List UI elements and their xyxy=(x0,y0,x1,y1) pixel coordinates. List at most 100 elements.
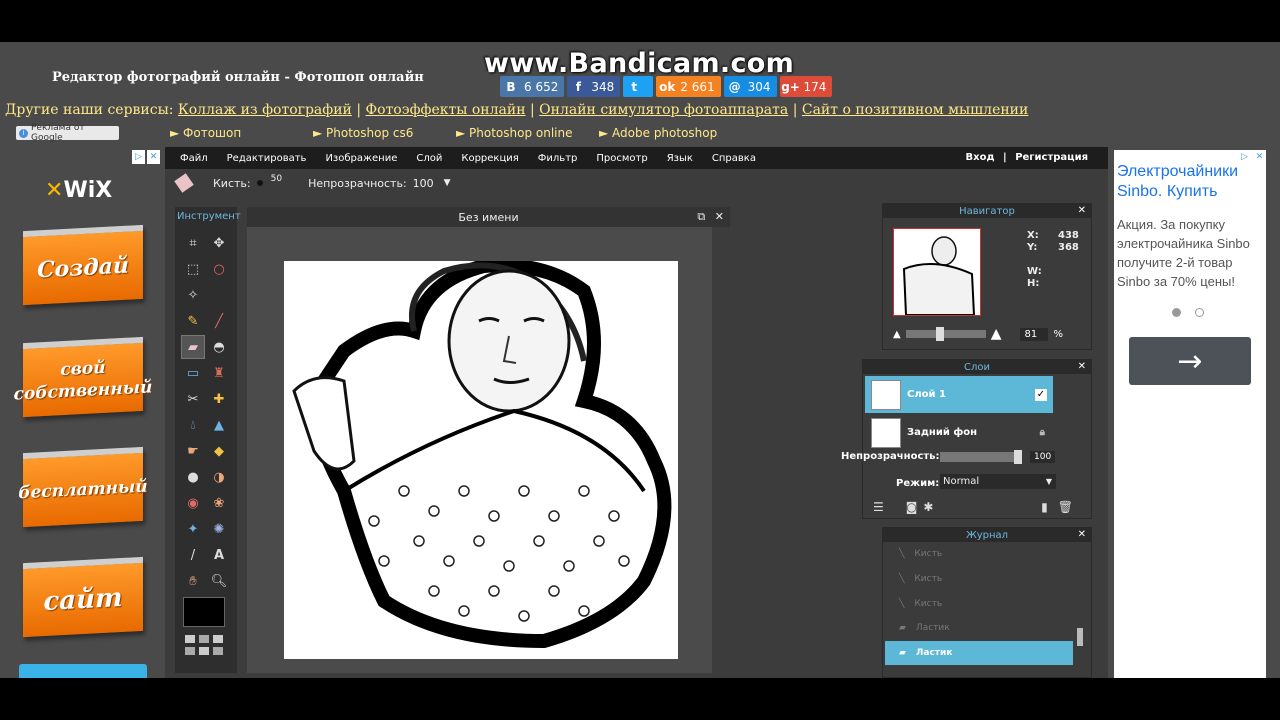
close-icon[interactable]: ✕ xyxy=(715,210,724,223)
ad-button-create[interactable]: Создай xyxy=(23,224,143,306)
layer-style-icon[interactable]: ✱ xyxy=(923,500,933,514)
layer-mask-icon[interactable]: ◙ xyxy=(906,500,918,514)
ad-title[interactable]: Электрочайники Sinbo. Купить xyxy=(1117,162,1266,202)
zoom-out-icon[interactable]: ▲ xyxy=(893,329,901,340)
brush-picker[interactable]: 50 xyxy=(256,174,282,186)
ad-button-free[interactable]: бесплатный xyxy=(18,446,148,528)
layer-opacity-slider[interactable] xyxy=(940,450,1022,464)
opacity-value[interactable]: 100 xyxy=(413,177,434,190)
history-scrollbar[interactable] xyxy=(1077,628,1083,646)
preset-swatch[interactable] xyxy=(185,635,195,643)
foreground-color-swatch[interactable] xyxy=(183,597,225,627)
ad-info-icon[interactable]: ▷ xyxy=(132,150,145,164)
magic-wand-icon[interactable]: ✧ xyxy=(181,283,205,307)
ad-arrow-button[interactable]: → xyxy=(1129,337,1251,385)
ad-button-own[interactable]: свой собственный xyxy=(14,336,152,418)
blur-icon[interactable]: 💧︎ xyxy=(181,413,205,437)
close-icon[interactable]: ✕ xyxy=(1078,205,1086,216)
pinch-icon[interactable]: ✦ xyxy=(181,517,205,541)
ad-link-photoshop[interactable]: ► Фотошоп xyxy=(170,126,313,140)
checkbox-icon[interactable]: ✓ xyxy=(1035,388,1047,401)
image-canvas[interactable] xyxy=(284,261,678,659)
red-eye-icon[interactable]: ◉ xyxy=(181,491,205,515)
carousel-dot[interactable] xyxy=(1195,308,1204,317)
eraser-icon[interactable]: ▰ xyxy=(181,335,205,359)
link-collage[interactable]: Коллаж из фотографий xyxy=(178,102,352,118)
navigator-preview[interactable] xyxy=(893,228,981,316)
slider-thumb[interactable] xyxy=(1014,450,1022,464)
trash-icon[interactable]: 🗑︎ xyxy=(1058,500,1073,514)
zoom-value[interactable]: 81 xyxy=(1020,327,1049,341)
preset-swatch[interactable] xyxy=(199,635,209,643)
zoom-icon[interactable]: 🔍︎ xyxy=(207,569,231,593)
layer-item-active[interactable]: Слой 1 ✓ xyxy=(865,376,1053,413)
ad-link-photoshop-online[interactable]: ► Photoshop online xyxy=(456,126,599,140)
preset-swatch[interactable] xyxy=(185,647,195,655)
vertical-scrollbar[interactable] xyxy=(712,227,730,673)
close-icon[interactable]: ✕ xyxy=(1078,529,1086,540)
blend-mode-select[interactable]: Normal ▼ xyxy=(940,474,1056,489)
history-item[interactable]: ╲ Кисть xyxy=(885,542,1073,566)
menu-adjust[interactable]: Коррекция xyxy=(461,153,518,164)
marquee-icon[interactable]: ⬚ xyxy=(181,257,205,281)
close-icon[interactable]: ✕ xyxy=(1078,361,1086,372)
ad-link-photoshop-cs6[interactable]: ► Photoshop cs6 xyxy=(313,126,456,140)
share-facebook[interactable]: f 348 xyxy=(567,76,621,97)
left-ad-banner[interactable]: ▷ ✕ ✕WiX Создай свой собственный бесплатн… xyxy=(14,150,160,678)
close-icon[interactable]: ✕ xyxy=(147,150,160,164)
ad-cta-button[interactable] xyxy=(19,664,147,678)
gradient-icon[interactable]: ▭ xyxy=(181,361,205,385)
menu-view[interactable]: Просмотр xyxy=(596,153,647,164)
burn-icon[interactable]: ● xyxy=(181,465,205,489)
layer-opacity-value[interactable]: 100 xyxy=(1030,451,1056,463)
chevron-down-icon[interactable]: ▼ xyxy=(444,178,451,188)
new-layer-icon[interactable]: ▮ xyxy=(1041,500,1048,514)
share-vk[interactable]: В 6 652 xyxy=(500,76,565,97)
preset-swatch[interactable] xyxy=(213,647,223,655)
lasso-icon[interactable]: ○ xyxy=(207,257,231,281)
login-link[interactable]: Вход xyxy=(966,152,995,163)
link-photo-effects[interactable]: Фотоэффекты онлайн xyxy=(366,102,526,118)
ads-by-google[interactable]: i Реклама от Google xyxy=(16,123,119,143)
link-positive-thinking[interactable]: Сайт о позитивном мышлении xyxy=(802,102,1028,118)
layer-settings-icon[interactable]: ☰ xyxy=(873,500,884,514)
preset-swatch[interactable] xyxy=(199,647,209,655)
menu-file[interactable]: Файл xyxy=(180,153,208,164)
zoom-in-icon[interactable]: ▲ xyxy=(991,326,1002,342)
ad-link-adobe-photoshop[interactable]: ► Adobe photoshop xyxy=(599,126,742,140)
share-twitter[interactable]: t xyxy=(623,76,654,97)
sponge-icon[interactable]: ◆ xyxy=(207,439,231,463)
clone-stamp-icon[interactable]: ♜ xyxy=(207,361,231,385)
color-picker-icon[interactable]: / xyxy=(181,543,205,567)
right-ad-banner[interactable]: ▷ ✕ Электрочайники Sinbo. Купить Акция. З… xyxy=(1114,150,1266,678)
ad-button-site[interactable]: сайт xyxy=(23,556,143,638)
dodge-icon[interactable]: ◑ xyxy=(207,465,231,489)
menu-language[interactable]: Язык xyxy=(667,153,693,164)
history-item[interactable]: ▰ Ластик xyxy=(885,616,1073,640)
menu-help[interactable]: Справка xyxy=(712,153,756,164)
menu-image[interactable]: Изображение xyxy=(325,153,397,164)
carousel-dot[interactable] xyxy=(1172,308,1181,317)
share-googleplus[interactable]: g+ 174 xyxy=(779,76,833,97)
move-icon[interactable]: ✥ xyxy=(207,231,231,255)
crop-icon[interactable]: ⌗ xyxy=(181,231,205,255)
share-odnoklassniki[interactable]: ok 2 661 xyxy=(656,76,721,97)
link-camera-simulator[interactable]: Онлайн симулятор фотоаппарата xyxy=(539,102,788,118)
bloat-icon[interactable]: ❀ xyxy=(207,491,231,515)
smudge-icon[interactable]: ☛ xyxy=(181,439,205,463)
pencil-icon[interactable]: ✎ xyxy=(181,309,205,333)
register-link[interactable]: Регистрация xyxy=(1015,152,1088,163)
maximize-icon[interactable]: ⧉ xyxy=(697,210,705,223)
zoom-slider[interactable] xyxy=(905,327,986,341)
drawing-icon[interactable]: ✺ xyxy=(207,517,231,541)
zoom-slider-thumb[interactable] xyxy=(935,327,944,341)
history-item[interactable]: ╲ Кисть xyxy=(885,592,1073,616)
history-item[interactable]: ╲ Кисть xyxy=(885,567,1073,591)
history-item-active[interactable]: ▰ Ластик xyxy=(885,641,1073,665)
spot-heal-icon[interactable]: ✚ xyxy=(207,387,231,411)
menu-edit[interactable]: Редактировать xyxy=(227,153,307,164)
layer-item-background[interactable]: Задний фон 🔒︎ xyxy=(865,414,1053,451)
preset-swatch[interactable] xyxy=(213,635,223,643)
text-icon[interactable]: A xyxy=(207,543,231,567)
hand-icon[interactable]: ✋︎ xyxy=(181,569,205,593)
